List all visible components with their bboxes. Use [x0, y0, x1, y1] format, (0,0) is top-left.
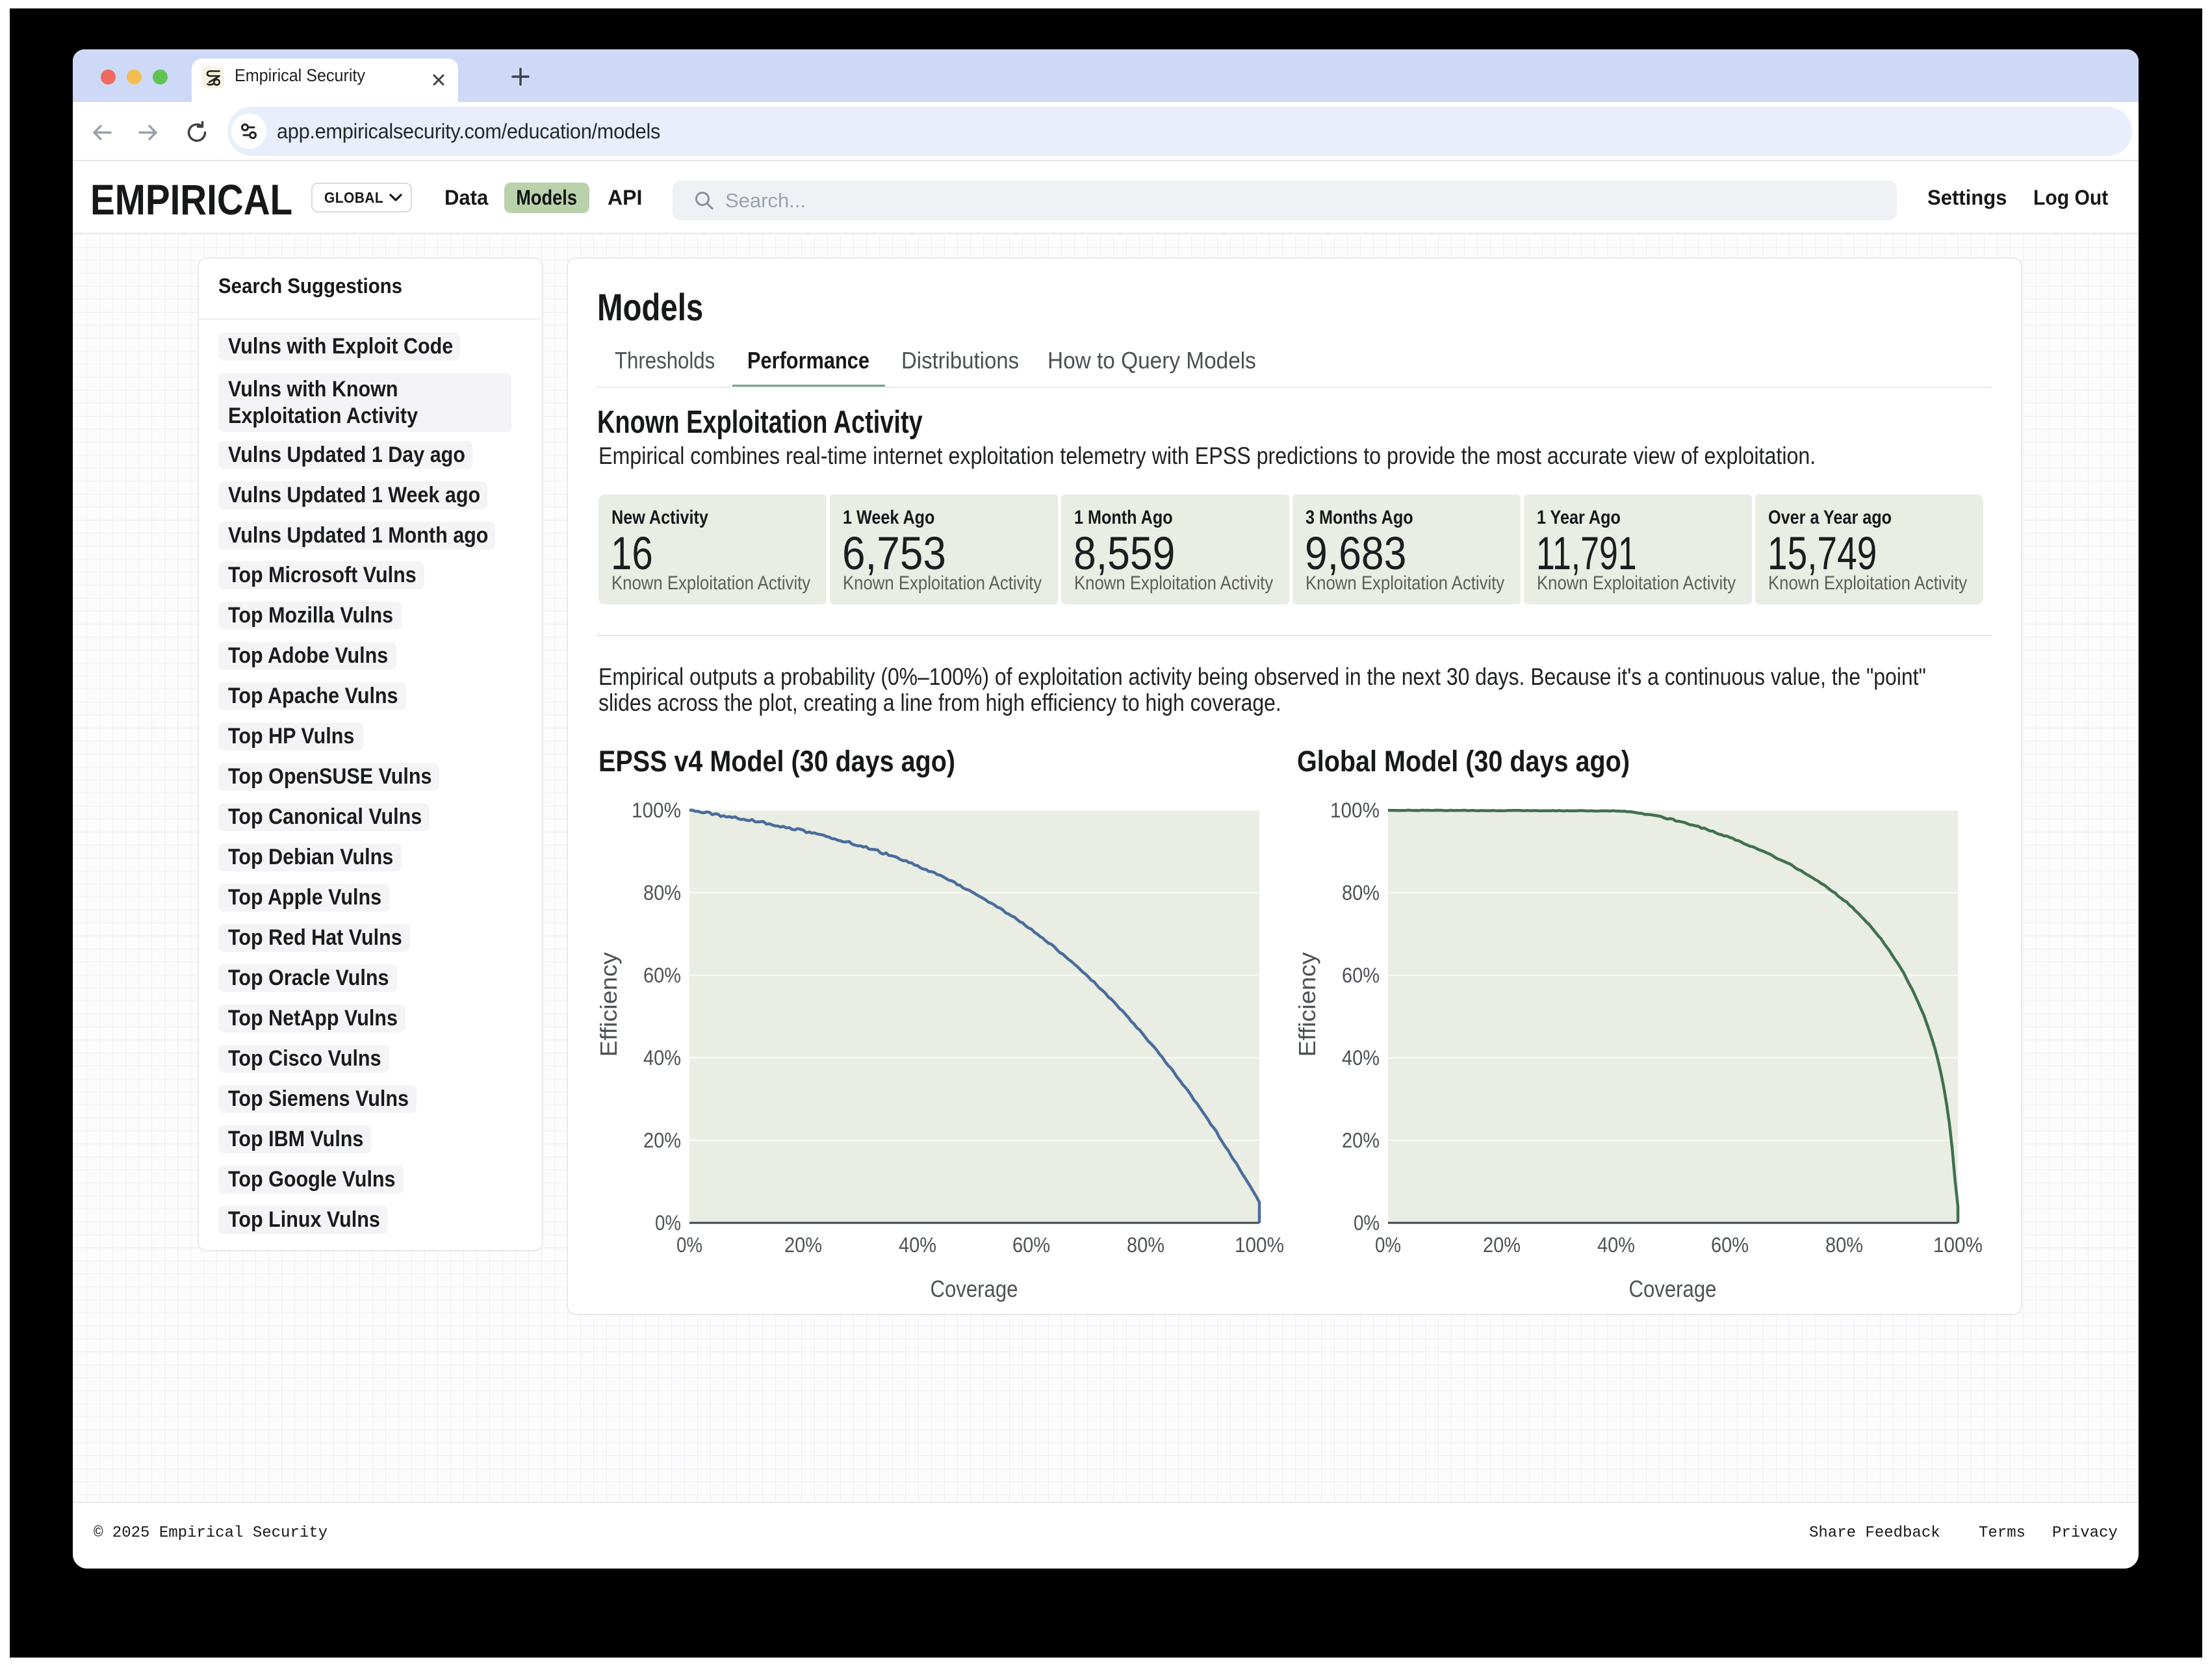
svg-text:60%: 60%	[1711, 1233, 1749, 1257]
svg-text:80%: 80%	[1342, 881, 1380, 904]
svg-text:Efficiency: Efficiency	[595, 953, 622, 1057]
svg-text:100%: 100%	[632, 799, 681, 822]
svg-text:80%: 80%	[643, 881, 681, 904]
svg-text:Efficiency: Efficiency	[1294, 953, 1320, 1057]
svg-text:40%: 40%	[1342, 1046, 1380, 1070]
svg-text:60%: 60%	[1012, 1233, 1050, 1257]
svg-text:20%: 20%	[1483, 1233, 1521, 1257]
svg-text:80%: 80%	[1127, 1233, 1164, 1257]
svg-text:100%: 100%	[1330, 799, 1380, 822]
svg-text:0%: 0%	[1354, 1211, 1380, 1235]
svg-text:Global Model (30 days ago): Global Model (30 days ago)	[1297, 745, 1630, 778]
svg-text:60%: 60%	[643, 964, 681, 987]
svg-text:40%: 40%	[1597, 1233, 1635, 1257]
svg-text:0%: 0%	[655, 1211, 681, 1235]
svg-text:80%: 80%	[1825, 1233, 1863, 1257]
svg-text:EPSS v4 Model (30 days ago): EPSS v4 Model (30 days ago)	[598, 745, 955, 778]
svg-text:100%: 100%	[1933, 1233, 1983, 1257]
svg-text:20%: 20%	[784, 1233, 822, 1257]
svg-text:Coverage: Coverage	[1629, 1275, 1717, 1302]
svg-text:60%: 60%	[1342, 964, 1380, 987]
svg-text:20%: 20%	[1342, 1129, 1380, 1152]
svg-text:40%: 40%	[643, 1046, 681, 1070]
svg-text:Coverage: Coverage	[931, 1275, 1018, 1302]
svg-text:40%: 40%	[899, 1233, 936, 1257]
svg-text:0%: 0%	[1375, 1233, 1401, 1257]
svg-text:0%: 0%	[676, 1233, 702, 1257]
svg-text:20%: 20%	[643, 1129, 681, 1152]
